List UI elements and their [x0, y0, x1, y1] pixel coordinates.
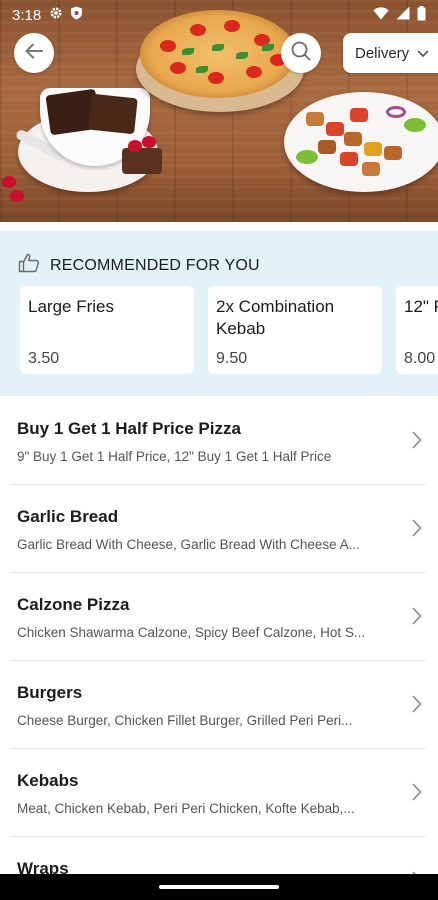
category-name: Buy 1 Get 1 Half Price Pizza [17, 419, 241, 438]
battery-icon [417, 5, 426, 25]
category-description: Meat, Chicken Kebab, Peri Peri Chicken, … [17, 801, 355, 816]
menu-category-row[interactable]: Buy 1 Get 1 Half Price Pizza 9" Buy 1 Ge… [12, 397, 426, 485]
system-navigation-bar [0, 874, 438, 900]
back-button[interactable] [14, 33, 54, 73]
recommended-section: RECOMMENDED FOR YOU Large Fries 3.50 2x … [0, 231, 438, 396]
search-icon [290, 40, 312, 67]
status-time: 3:18 [12, 6, 42, 24]
recommended-card[interactable]: 12" Peppe 8.00 [396, 286, 438, 374]
category-name: Garlic Bread [17, 507, 119, 526]
search-button[interactable] [281, 33, 321, 73]
chevron-down-icon [417, 45, 429, 62]
recommended-item-price: 8.00 [404, 350, 436, 367]
chevron-right-icon [412, 607, 422, 630]
menu-category-row[interactable]: Burgers Cheese Burger, Chicken Fillet Bu… [12, 661, 426, 749]
recommended-card[interactable]: 2x Combination Kebab 9.50 [208, 286, 382, 374]
recommended-title: RECOMMENDED FOR YOU [50, 256, 260, 274]
category-description: 9" Buy 1 Get 1 Half Price, 12" Buy 1 Get… [17, 449, 332, 464]
chevron-right-icon [412, 519, 422, 542]
recommended-item-price: 3.50 [28, 350, 60, 367]
recommended-carousel[interactable]: Large Fries 3.50 2x Combination Kebab 9.… [20, 286, 438, 376]
category-description: Cheese Burger, Chicken Fillet Burger, Gr… [17, 713, 353, 728]
category-name: Burgers [17, 683, 83, 702]
menu-category-row[interactable]: Kebabs Meat, Chicken Kebab, Peri Peri Ch… [12, 749, 426, 837]
recommended-item-name: 12" Peppe [404, 297, 438, 316]
status-bar: 3:18 [0, 0, 438, 30]
menu-category-row[interactable]: Garlic Bread Garlic Bread With Cheese, G… [12, 485, 426, 573]
arrow-left-icon [23, 40, 45, 67]
order-mode-dropdown[interactable]: Delivery [343, 33, 438, 73]
shield-icon [70, 6, 83, 24]
recommended-item-price: 9.50 [216, 350, 248, 367]
menu-category-row[interactable]: Calzone Pizza Chicken Shawarma Calzone, … [12, 573, 426, 661]
menu-category-list: Buy 1 Get 1 Half Price Pizza 9" Buy 1 Ge… [0, 397, 438, 900]
chevron-right-icon [412, 431, 422, 454]
gear-icon [49, 6, 63, 24]
recommended-card[interactable]: Large Fries 3.50 [20, 286, 194, 374]
chevron-right-icon [412, 783, 422, 806]
wifi-icon [373, 6, 389, 24]
recommended-item-name: 2x Combination Kebab [216, 297, 335, 338]
category-name: Calzone Pizza [17, 595, 130, 614]
order-mode-label: Delivery [355, 44, 410, 62]
category-description: Chicken Shawarma Calzone, Spicy Beef Cal… [17, 625, 366, 640]
category-description: Garlic Bread With Cheese, Garlic Bread W… [17, 537, 360, 552]
recommended-item-name: Large Fries [28, 297, 114, 316]
home-gesture-handle[interactable] [159, 885, 279, 889]
category-name: Kebabs [17, 771, 79, 790]
chevron-right-icon [412, 695, 422, 718]
recommended-header: RECOMMENDED FOR YOU [18, 253, 260, 278]
signal-icon [396, 6, 410, 24]
thumbs-up-icon [18, 253, 40, 278]
